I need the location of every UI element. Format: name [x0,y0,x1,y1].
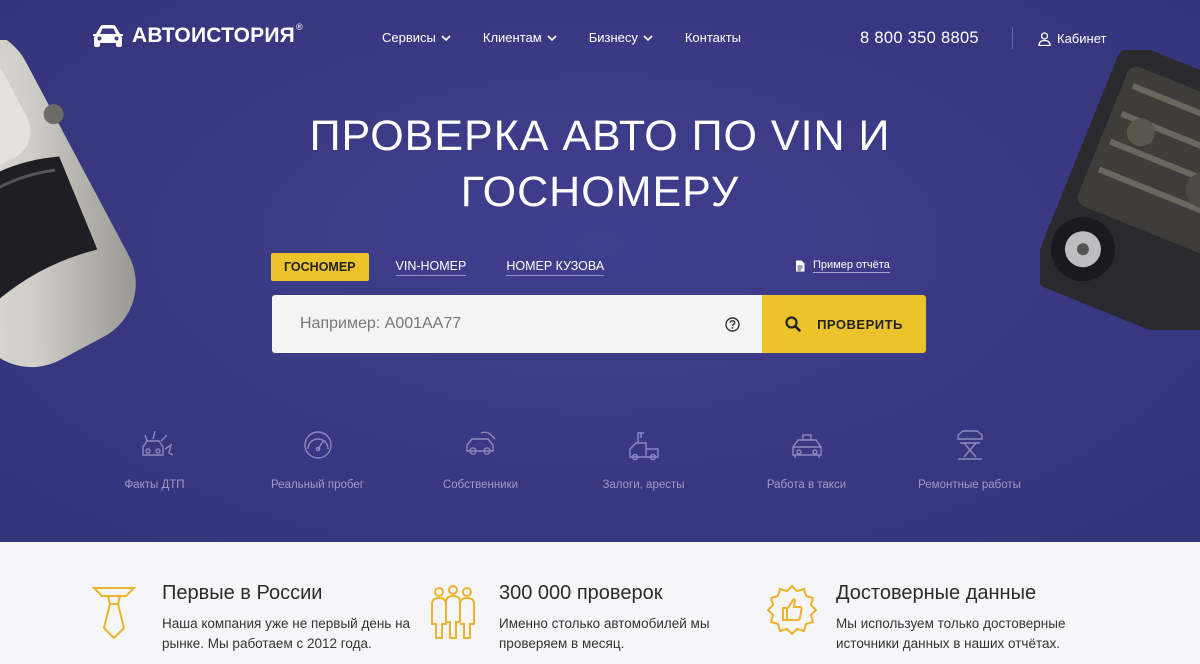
check-button[interactable]: ПРОВЕРИТЬ [762,295,926,353]
sample-report-label: Пример отчёта [813,259,890,273]
nav-item-contacts[interactable]: Контакты [685,30,741,45]
main-nav: Сервисы Клиентам Бизнесу Контакты [382,30,773,45]
nav-label: Бизнесу [588,30,638,45]
feature-item: Залоги, аресты [562,425,725,491]
title-line-1: ПРОВЕРКА АВТО ПО VIN И [309,112,891,160]
sample-report-link[interactable]: Пример отчёта [795,259,890,273]
thumbs-up-badge-icon [766,584,818,636]
search-form: ПРОВЕРИТЬ [272,295,926,353]
help-icon[interactable] [725,317,740,332]
car-logo-icon [93,25,123,47]
title-line-2: ГОСНОМЕРУ [460,168,740,216]
nav-label: Сервисы [382,30,436,45]
phone-number[interactable]: 8 800 350 8805 [860,29,979,48]
chevron-down-icon [441,34,451,41]
nav-label: Клиентам [482,30,542,45]
feature-item: Собственники [399,425,562,491]
cabinet-link[interactable]: Кабинет [1038,31,1106,46]
search-icon [785,316,801,332]
benefits-section: Первые в России Наша компания уже не пер… [0,542,1200,664]
page-title: ПРОВЕРКА АВТО ПО VIN И ГОСНОМЕРУ [200,108,1000,220]
brand-name: АВТОИСТОРИЯ [132,24,295,47]
tie-icon [92,587,136,640]
nav-item-services[interactable]: Сервисы [382,30,451,45]
benefit-text: Наша компания уже не первый день на рынк… [162,616,411,651]
people-icon [431,585,475,639]
crash-car-icon [141,430,173,456]
header-divider [1012,27,1013,49]
nav-item-clients[interactable]: Клиентам [483,30,557,45]
car-owner-icon [465,431,495,455]
tab-vin[interactable]: VIN-НОМЕР [395,259,467,276]
site-header: АВТОИСТОРИЯ ® Сервисы Клиентам Бизнесу К… [0,0,1200,76]
features-list: Факты ДТП Реальный пробег Собственники З… [73,425,1131,491]
benefit-title: Достоверные данные [836,582,1037,604]
feature-item: Факты ДТП [73,425,236,491]
benefit-title: 300 000 проверок [499,582,663,604]
feature-item: Реальный пробег [236,425,399,491]
tab-body-number[interactable]: НОМЕР КУЗОВА [506,259,605,276]
feature-item: Ремонтные работы [888,425,1051,491]
taxi-icon [791,434,822,458]
document-icon [796,260,805,272]
chevron-down-icon [643,34,653,41]
plate-search-input[interactable] [272,295,762,353]
feature-label: Залоги, аресты [602,479,685,491]
car-image-right [1040,50,1200,330]
user-icon [1038,31,1051,46]
car-image-left [0,40,136,368]
check-button-label: ПРОВЕРИТЬ [817,316,903,332]
tab-gosnomer[interactable]: ГОСНОМЕР [271,253,369,281]
nav-item-business[interactable]: Бизнесу [589,30,653,45]
benefit-text: Именно столько автомобилей мы проверяем … [499,616,710,651]
speedometer-icon [303,431,332,459]
logo[interactable]: АВТОИСТОРИЯ ® [92,22,303,48]
car-lift-icon [956,430,983,460]
benefit-title: Первые в России [162,582,323,604]
hero-section: АВТОИСТОРИЯ ® Сервисы Клиентам Бизнесу К… [0,0,1200,542]
feature-label: Факты ДТП [124,479,185,491]
feature-label: Ремонтные работы [918,479,1021,491]
feature-label: Работа в такси [766,479,847,491]
chevron-down-icon [547,34,557,41]
search-tabs: ГОСНОМЕР VIN-НОМЕР НОМЕР КУЗОВА [271,253,605,281]
feature-label: Собственники [442,479,519,491]
nav-label: Контакты [684,30,742,45]
benefit-text: Мы используем только достоверные источни… [836,616,1066,651]
tow-truck-icon [628,432,659,461]
registered-mark: ® [295,22,303,32]
feature-item: Работа в такси [725,425,888,491]
feature-label: Реальный пробег [271,479,364,491]
cabinet-label: Кабинет [1057,31,1107,46]
